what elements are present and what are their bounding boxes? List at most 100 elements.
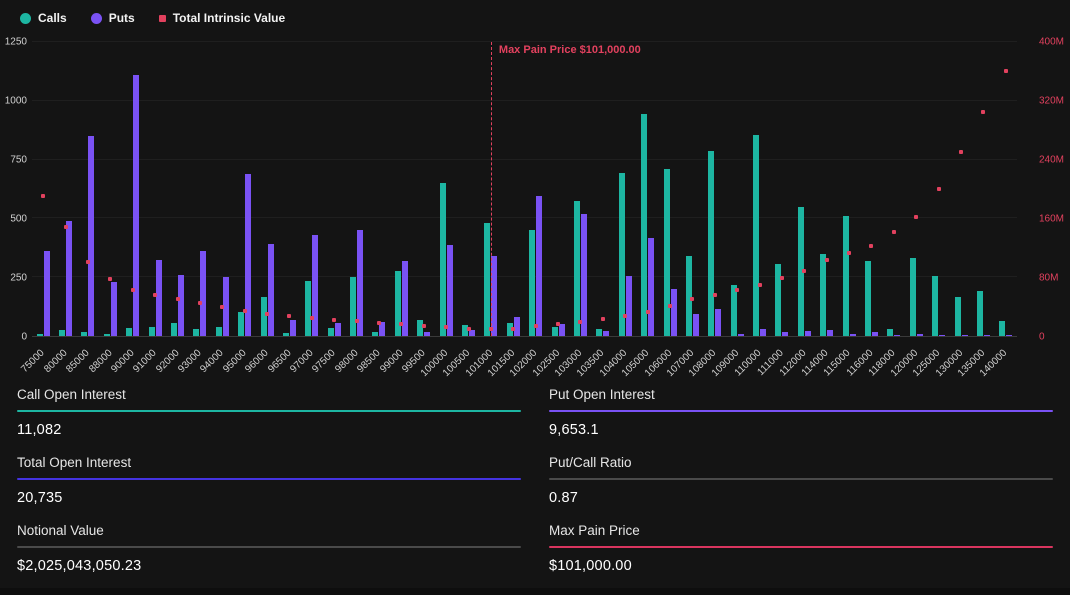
intrinsic-value-dot: [735, 288, 739, 292]
bar-group-94000[interactable]: [211, 42, 233, 336]
calls-bar: [484, 223, 490, 336]
left-axis-tick: 250: [0, 273, 27, 284]
bar-group-110000[interactable]: [748, 42, 770, 336]
x-axis-label: 85000: [64, 348, 91, 375]
stat-underline: [549, 546, 1053, 548]
plot-area: Max Pain Price $101,000.00: [32, 42, 1017, 337]
intrinsic-value-dot: [623, 314, 627, 318]
bar-group-140000[interactable]: [995, 42, 1017, 336]
bar-group-98500[interactable]: [368, 42, 390, 336]
stat-underline: [17, 410, 521, 412]
bar-group-130000[interactable]: [950, 42, 972, 336]
intrinsic-value-dot: [176, 297, 180, 301]
x-axis-label: 98000: [333, 348, 360, 375]
right-axis-tick: 0: [1039, 332, 1069, 343]
bar-group-118000[interactable]: [883, 42, 905, 336]
chart-legend: Calls Puts Total Intrinsic Value: [20, 8, 285, 28]
calls-bar: [216, 327, 222, 336]
legend-label: Calls: [38, 11, 67, 25]
calls-bar: [596, 329, 602, 336]
puts-bar: [782, 332, 788, 336]
intrinsic-value-dot: [355, 319, 359, 323]
bar-group-114000[interactable]: [816, 42, 838, 336]
puts-bar: [917, 334, 923, 336]
calls-bar: [81, 332, 87, 336]
bar-group-100000[interactable]: [435, 42, 457, 336]
bar-group-105000[interactable]: [636, 42, 658, 336]
bar-group-112000[interactable]: [793, 42, 815, 336]
puts-bar: [962, 335, 968, 336]
puts-bar: [738, 334, 744, 336]
stat-value: 20,735: [17, 490, 521, 506]
puts-bar: [760, 329, 766, 336]
puts-bar: [894, 335, 900, 336]
stat-label: Call Open Interest: [17, 387, 521, 402]
calls-bar: [529, 230, 535, 336]
bar-group-85000[interactable]: [77, 42, 99, 336]
bar-group-135000[interactable]: [972, 42, 994, 336]
calls-marker-icon: [20, 13, 31, 24]
stat-underline: [549, 410, 1053, 412]
intrinsic-value-dot: [914, 215, 918, 219]
stat-value: 9,653.1: [549, 422, 1053, 438]
stat-underline: [17, 478, 521, 480]
bar-group-120000[interactable]: [905, 42, 927, 336]
legend-item-calls[interactable]: Calls: [20, 11, 67, 25]
bar-group-106000[interactable]: [659, 42, 681, 336]
legend-label: Puts: [109, 11, 135, 25]
calls-bar: [619, 173, 625, 336]
intrinsic-value-dot: [556, 322, 560, 326]
bar-group-99000[interactable]: [390, 42, 412, 336]
bar-group-115000[interactable]: [838, 42, 860, 336]
bar-group-102500[interactable]: [547, 42, 569, 336]
bar-group-100500[interactable]: [457, 42, 479, 336]
puts-bar: [156, 260, 162, 336]
intrinsic-value-dot: [959, 150, 963, 154]
puts-bar: [133, 75, 139, 336]
puts-marker-icon: [91, 13, 102, 24]
intrinsic-value-dot: [489, 327, 493, 331]
bar-group-97000[interactable]: [301, 42, 323, 336]
bar-group-97500[interactable]: [323, 42, 345, 336]
intrinsic-value-dot: [287, 314, 291, 318]
bar-group-92000[interactable]: [166, 42, 188, 336]
intrinsic-value-dot: [892, 230, 896, 234]
calls-bar: [664, 169, 670, 336]
bar-group-95000[interactable]: [233, 42, 255, 336]
legend-item-total-intrinsic-value[interactable]: Total Intrinsic Value: [159, 11, 285, 25]
legend-item-puts[interactable]: Puts: [91, 11, 135, 25]
bar-group-107000[interactable]: [681, 42, 703, 336]
bar-group-103000[interactable]: [569, 42, 591, 336]
calls-bar: [440, 183, 446, 336]
bar-group-88000[interactable]: [99, 42, 121, 336]
bottom-strip: [0, 588, 1070, 595]
intrinsic-value-dot: [937, 187, 941, 191]
calls-bar: [753, 135, 759, 336]
bar-group-96000[interactable]: [256, 42, 278, 336]
x-axis-label: 80000: [42, 348, 69, 375]
bar-group-102000[interactable]: [525, 42, 547, 336]
right-axis: 080M160M240M320M400M: [1039, 42, 1069, 337]
bar-group-116000[interactable]: [860, 42, 882, 336]
intrinsic-value-dot: [377, 321, 381, 325]
bar-group-111000[interactable]: [771, 42, 793, 336]
bar-group-103500[interactable]: [592, 42, 614, 336]
bar-group-104000[interactable]: [614, 42, 636, 336]
x-axis-label: 97500: [311, 348, 338, 375]
bar-group-80000[interactable]: [54, 42, 76, 336]
bar-group-99500[interactable]: [413, 42, 435, 336]
max-pain-label: Max Pain Price $101,000.00: [499, 44, 641, 56]
stat-put-call-ratio: Put/Call Ratio0.87: [549, 455, 1053, 506]
right-axis-tick: 160M: [1039, 214, 1069, 225]
bar-group-93000[interactable]: [189, 42, 211, 336]
intrinsic-value-dot: [399, 322, 403, 326]
bar-group-96500[interactable]: [278, 42, 300, 336]
bar-group-98000[interactable]: [345, 42, 367, 336]
calls-bar: [305, 281, 311, 336]
x-axis-label: 93000: [176, 348, 203, 375]
calls-bar: [372, 332, 378, 336]
bar-group-101500[interactable]: [502, 42, 524, 336]
calls-bar: [552, 327, 558, 336]
left-axis-tick: 1000: [0, 96, 27, 107]
bar-group-75000[interactable]: [32, 42, 54, 336]
